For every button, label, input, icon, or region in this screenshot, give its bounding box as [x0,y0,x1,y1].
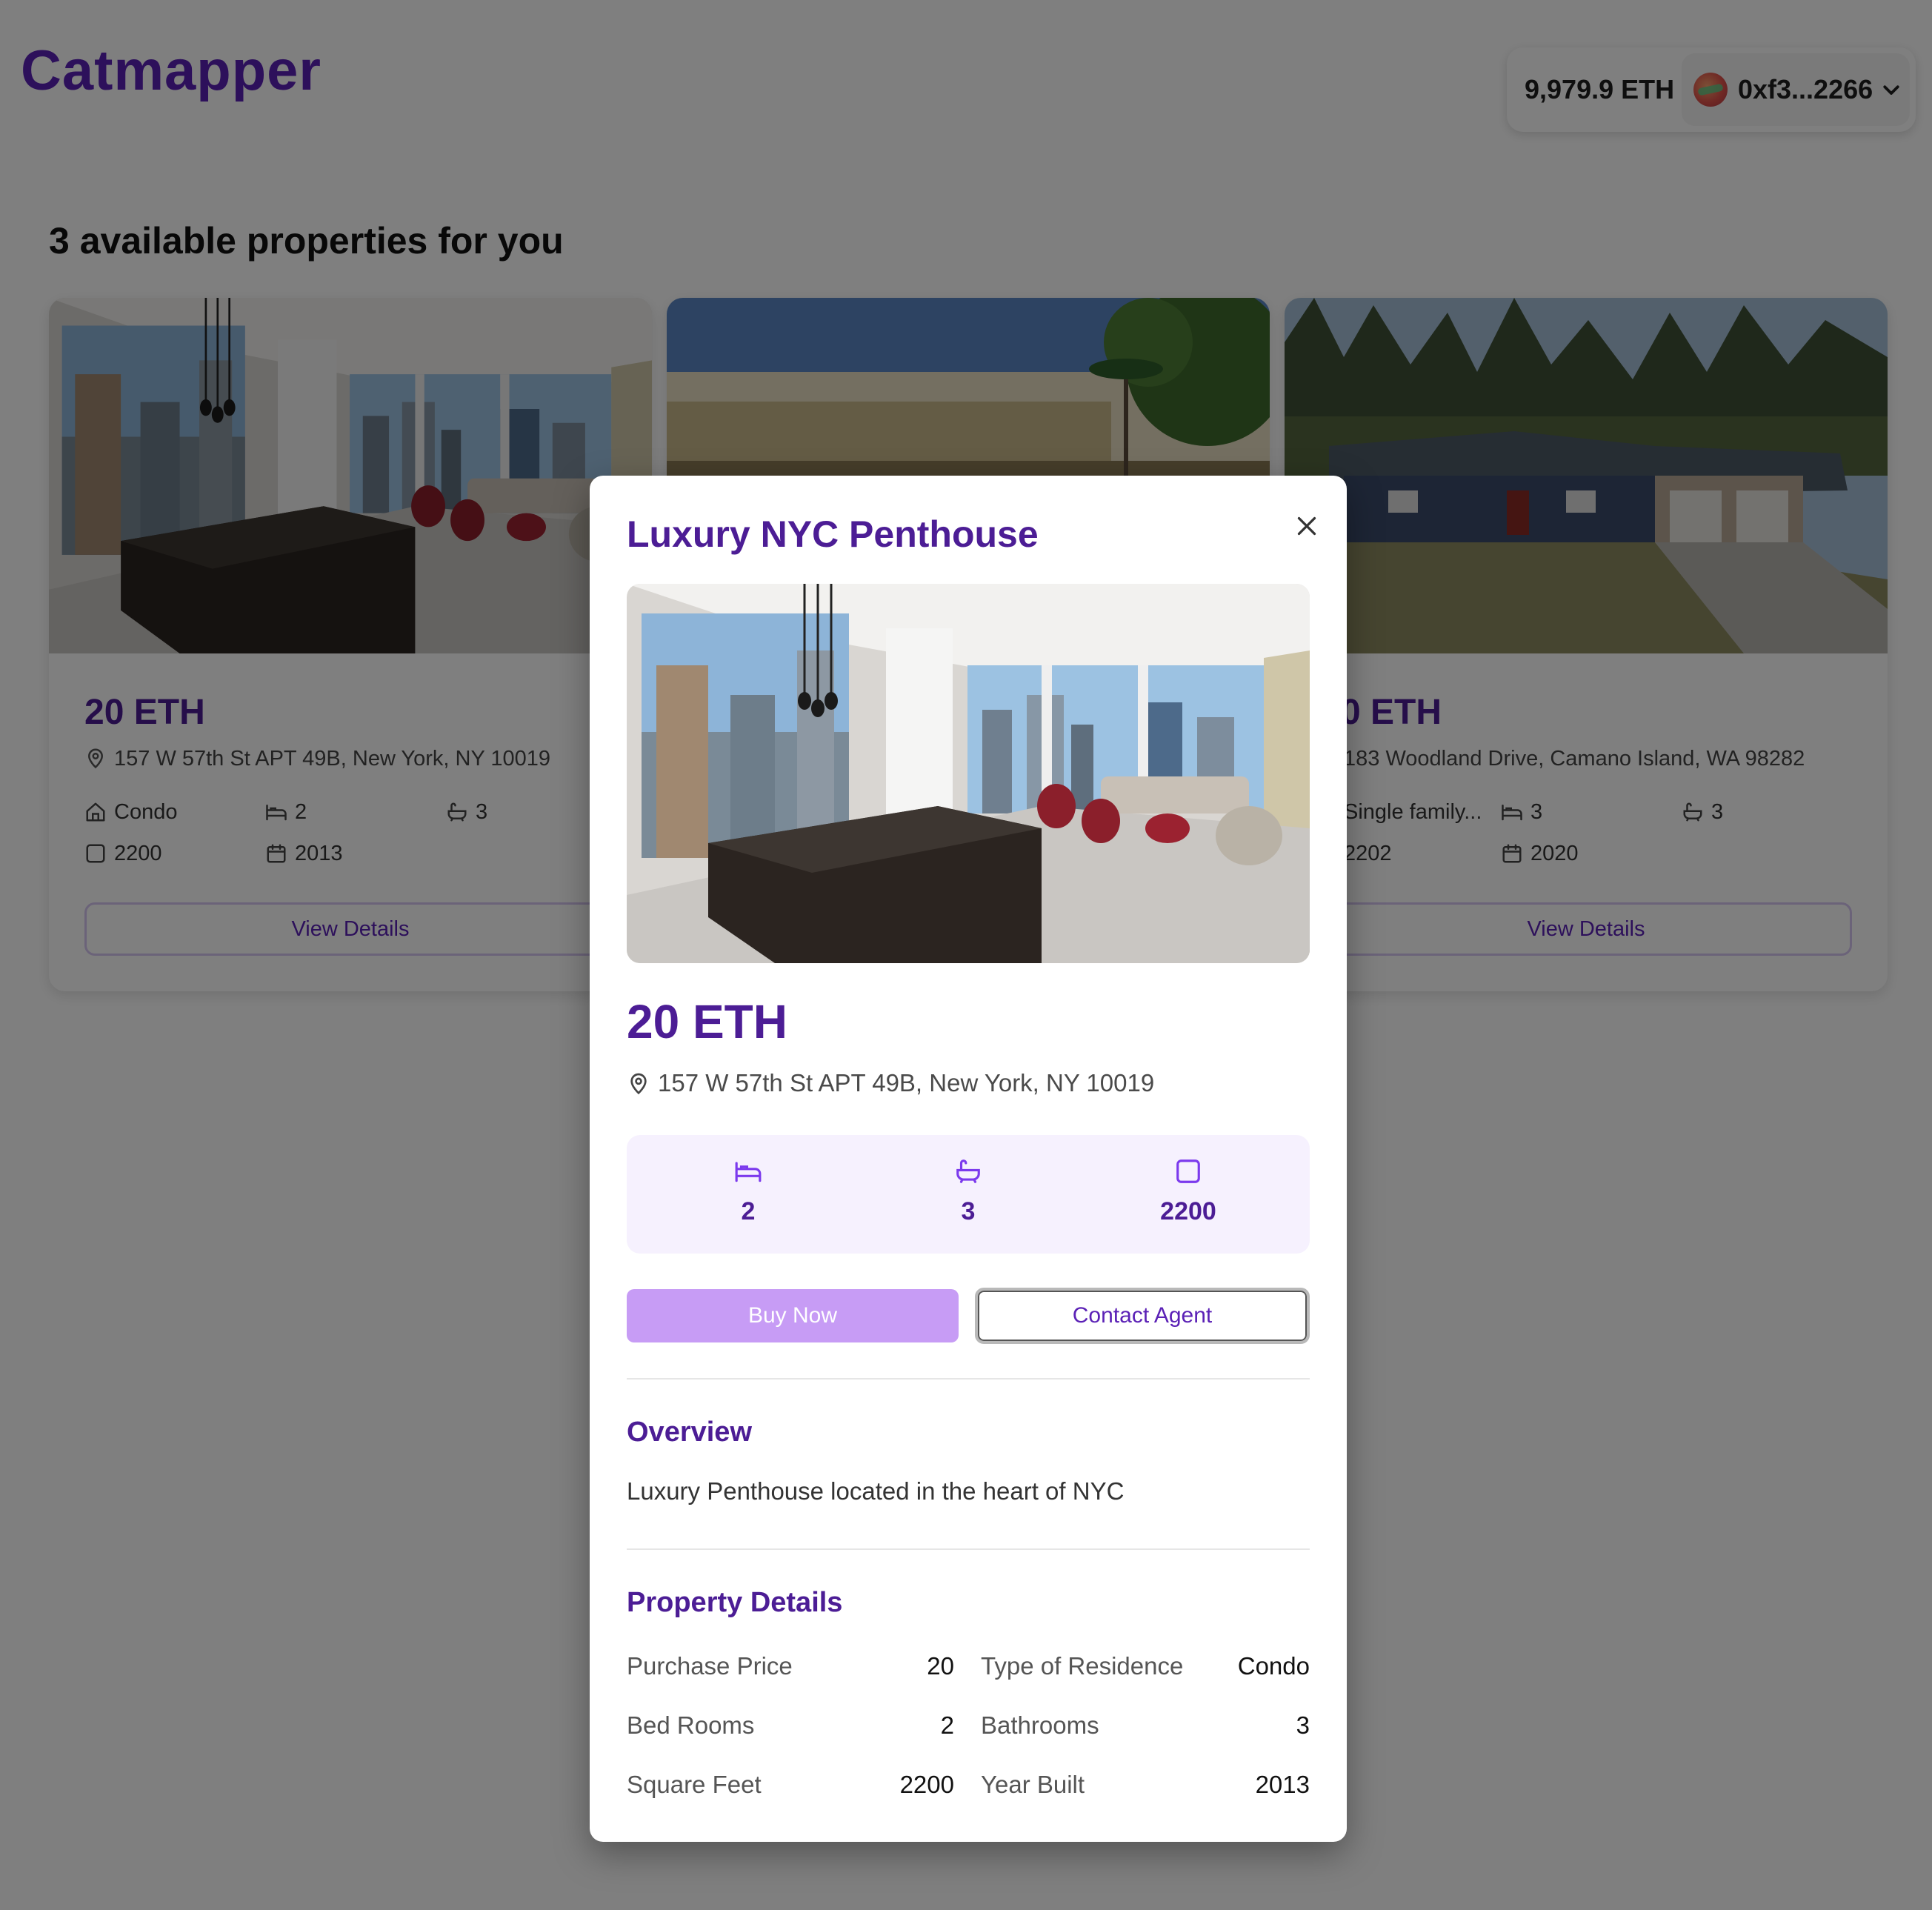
modal-address-text: 157 W 57th St APT 49B, New York, NY 1001… [658,1069,1155,1097]
stat-baths: 3 [857,1135,1079,1254]
square-area-icon [1174,1157,1202,1185]
detail-value-type-of-residence: Condo [1237,1652,1310,1680]
stat-beds-value: 2 [741,1197,756,1225]
modal-title: Luxury NYC Penthouse [627,513,1039,555]
bath-icon [954,1157,982,1185]
detail-label-bed-rooms: Bed Rooms [627,1711,755,1739]
stat-sqft-value: 2200 [1160,1197,1216,1225]
overview-heading: Overview [627,1417,752,1448]
bed-icon [734,1157,762,1185]
contact-agent-button[interactable]: Contact Agent [975,1288,1310,1344]
overview-text: Luxury Penthouse located in the heart of… [627,1477,1125,1505]
detail-label-purchase-price: Purchase Price [627,1652,793,1680]
modal-photo [627,584,1310,963]
close-icon[interactable] [1293,513,1320,539]
stat-sqft: 2200 [1077,1135,1299,1254]
divider [627,1548,1310,1550]
detail-value-bathrooms: 3 [1296,1711,1310,1739]
stat-baths-value: 3 [961,1197,976,1225]
detail-value-square-feet: 2200 [899,1771,954,1798]
buy-now-button[interactable]: Buy Now [627,1289,959,1342]
penthouse-photo [627,584,1310,963]
detail-label-square-feet: Square Feet [627,1771,762,1798]
detail-label-year-built: Year Built [981,1771,1085,1798]
location-pin-icon [627,1071,650,1095]
detail-label-bathrooms: Bathrooms [981,1711,1099,1739]
detail-value-year-built: 2013 [1255,1771,1310,1798]
stat-beds: 2 [637,1135,859,1254]
detail-label-type-of-residence: Type of Residence [981,1652,1184,1680]
property-details-heading: Property Details [627,1587,843,1618]
divider [627,1378,1310,1380]
property-modal: Luxury NYC Penthouse 20 ETH 157 W 57th S… [590,476,1347,1842]
modal-address: 157 W 57th St APT 49B, New York, NY 1001… [627,1065,1154,1101]
detail-value-purchase-price: 20 [927,1652,954,1680]
modal-price: 20 ETH [627,995,787,1048]
stats-panel: 2 3 2200 [627,1135,1310,1254]
detail-value-bed-rooms: 2 [940,1711,954,1739]
